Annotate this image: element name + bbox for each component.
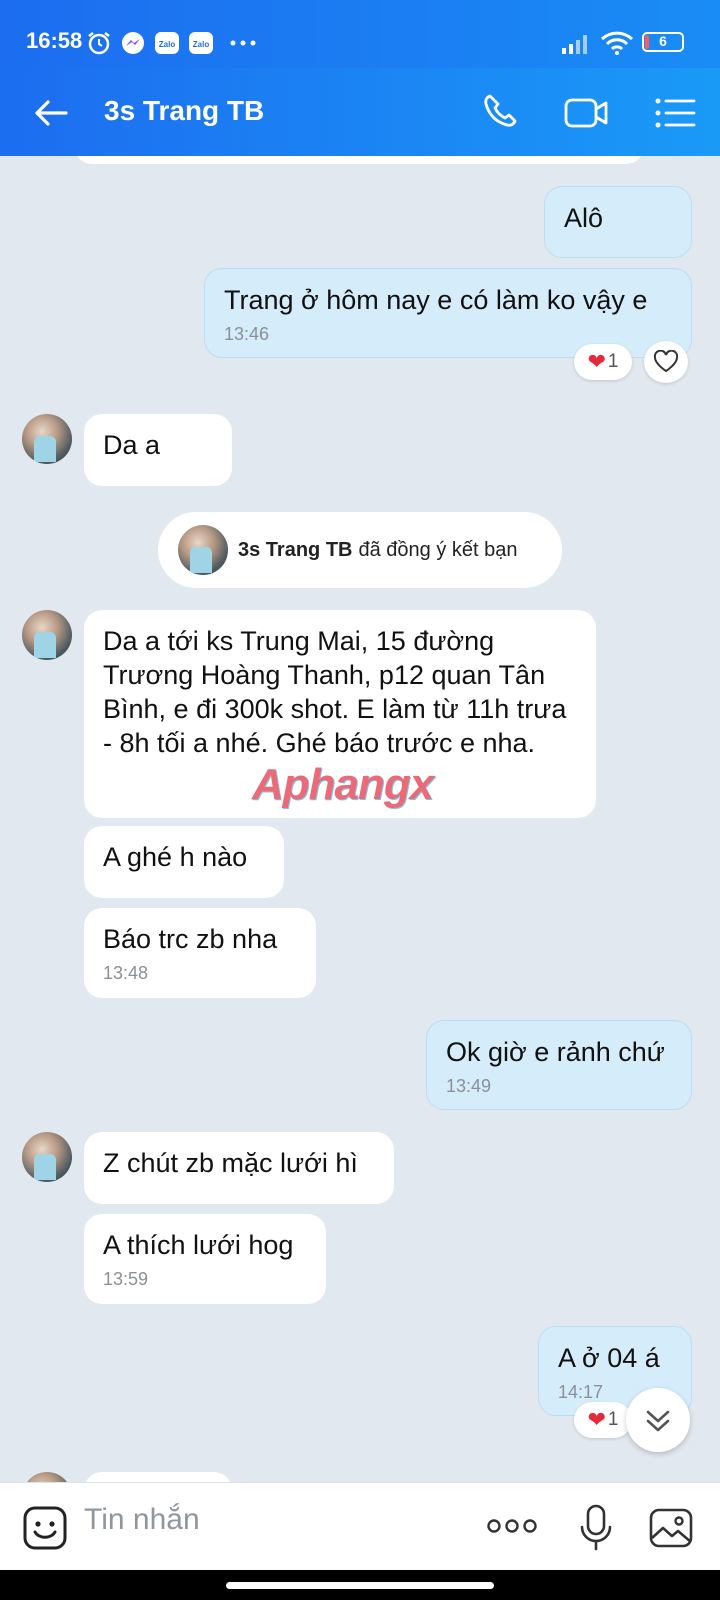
avatar[interactable] <box>22 414 72 464</box>
message-text: A ghé h nào <box>103 842 248 872</box>
heart-icon: ❤ <box>587 349 606 374</box>
friend-accepted-notice: 3s Trang TB đã đồng ý kết bạn <box>158 512 562 588</box>
reaction-count: 1 <box>607 1409 619 1430</box>
alarm-icon <box>88 32 110 55</box>
message-text: Alô <box>564 203 604 233</box>
message-input[interactable] <box>84 1503 444 1537</box>
message-list[interactable]: Alô Trang ở hôm nay e có làm ko vậy e 13… <box>0 156 720 1482</box>
reaction-badge[interactable]: ❤ 1 <box>574 1402 632 1438</box>
chevron-double-down-icon <box>646 1410 670 1432</box>
more-dots-icon <box>230 40 256 46</box>
more-options-icon[interactable] <box>486 1511 538 1541</box>
microphone-icon[interactable] <box>576 1503 616 1553</box>
svg-text:Zalo: Zalo <box>193 40 210 49</box>
battery-level: 6 <box>659 33 667 49</box>
message-text: Da a <box>103 430 161 460</box>
avatar[interactable] <box>22 1472 72 1482</box>
message-bubble-incoming[interactable]: Da a <box>84 414 232 486</box>
message-bubble-outgoing[interactable]: Alô <box>544 186 692 258</box>
system-navigation-bar <box>0 1570 720 1600</box>
message-time: 13:49 <box>446 1076 492 1096</box>
menu-list-icon[interactable] <box>652 90 698 136</box>
message-bubble-partial[interactable] <box>84 1472 232 1482</box>
heart-icon: ❤ <box>587 1407 606 1432</box>
message-bubble-partial[interactable] <box>74 156 644 164</box>
message-text: A thích lưới hog <box>103 1230 294 1260</box>
system-name: 3s Trang TB <box>238 538 353 561</box>
avatar <box>178 525 228 575</box>
messenger-icon <box>122 32 144 54</box>
status-time: 16:58 <box>26 28 83 53</box>
message-bubble-incoming[interactable]: Z chút zb mặc lưới hì <box>84 1132 394 1204</box>
phone-icon[interactable] <box>478 90 524 136</box>
zalo-icon: Zalo <box>155 32 179 54</box>
reaction-count: 1 <box>607 351 619 372</box>
message-text: Z chút zb mặc lưới hì <box>103 1148 358 1178</box>
message-text: A ở 04 á <box>558 1343 660 1373</box>
chat-header: 3s Trang TB <box>0 68 720 156</box>
scroll-to-bottom-button[interactable] <box>626 1388 690 1452</box>
message-bubble-outgoing[interactable]: Ok giờ e rảnh chứ 13:49 <box>426 1020 692 1110</box>
message-time: 13:46 <box>224 324 270 344</box>
avatar[interactable] <box>22 610 72 660</box>
video-call-icon[interactable] <box>564 90 610 136</box>
status-bar: 16:58 Zalo Zalo 6 <box>0 0 720 68</box>
watermark: Aphangx <box>252 760 434 809</box>
home-indicator[interactable] <box>226 1582 494 1589</box>
battery-icon: 6 <box>642 32 684 52</box>
message-time: 13:59 <box>103 1269 149 1289</box>
zalo-icon: Zalo <box>189 32 213 54</box>
message-text: Trang ở hôm nay e có làm ko vậy e <box>224 285 648 315</box>
image-gallery-icon[interactable] <box>648 1505 694 1551</box>
react-button[interactable] <box>644 341 688 383</box>
message-text: Báo trc zb nha <box>103 924 278 954</box>
message-bubble-incoming[interactable]: A thích lưới hog 13:59 <box>84 1214 326 1304</box>
message-time: 13:48 <box>103 963 149 983</box>
svg-text:Zalo: Zalo <box>159 40 176 49</box>
sticker-emoji-icon[interactable] <box>22 1505 68 1551</box>
heart-outline-icon <box>653 350 679 373</box>
message-text: Da a tới ks Trung Mai, 15 đường Trương H… <box>103 626 567 758</box>
back-arrow-icon[interactable] <box>28 90 74 136</box>
message-input-bar <box>0 1482 720 1571</box>
message-text: Ok giờ e rảnh chứ <box>446 1037 665 1067</box>
chat-title[interactable]: 3s Trang TB <box>104 95 264 127</box>
message-bubble-incoming[interactable]: A ghé h nào <box>84 826 284 898</box>
system-text: đã đồng ý kết bạn <box>358 538 518 561</box>
avatar[interactable] <box>22 1132 72 1182</box>
reaction-badge[interactable]: ❤ 1 <box>574 344 632 380</box>
wifi-icon <box>600 31 634 55</box>
signal-icon <box>562 35 587 54</box>
message-bubble-incoming[interactable]: Báo trc zb nha 13:48 <box>84 908 316 998</box>
